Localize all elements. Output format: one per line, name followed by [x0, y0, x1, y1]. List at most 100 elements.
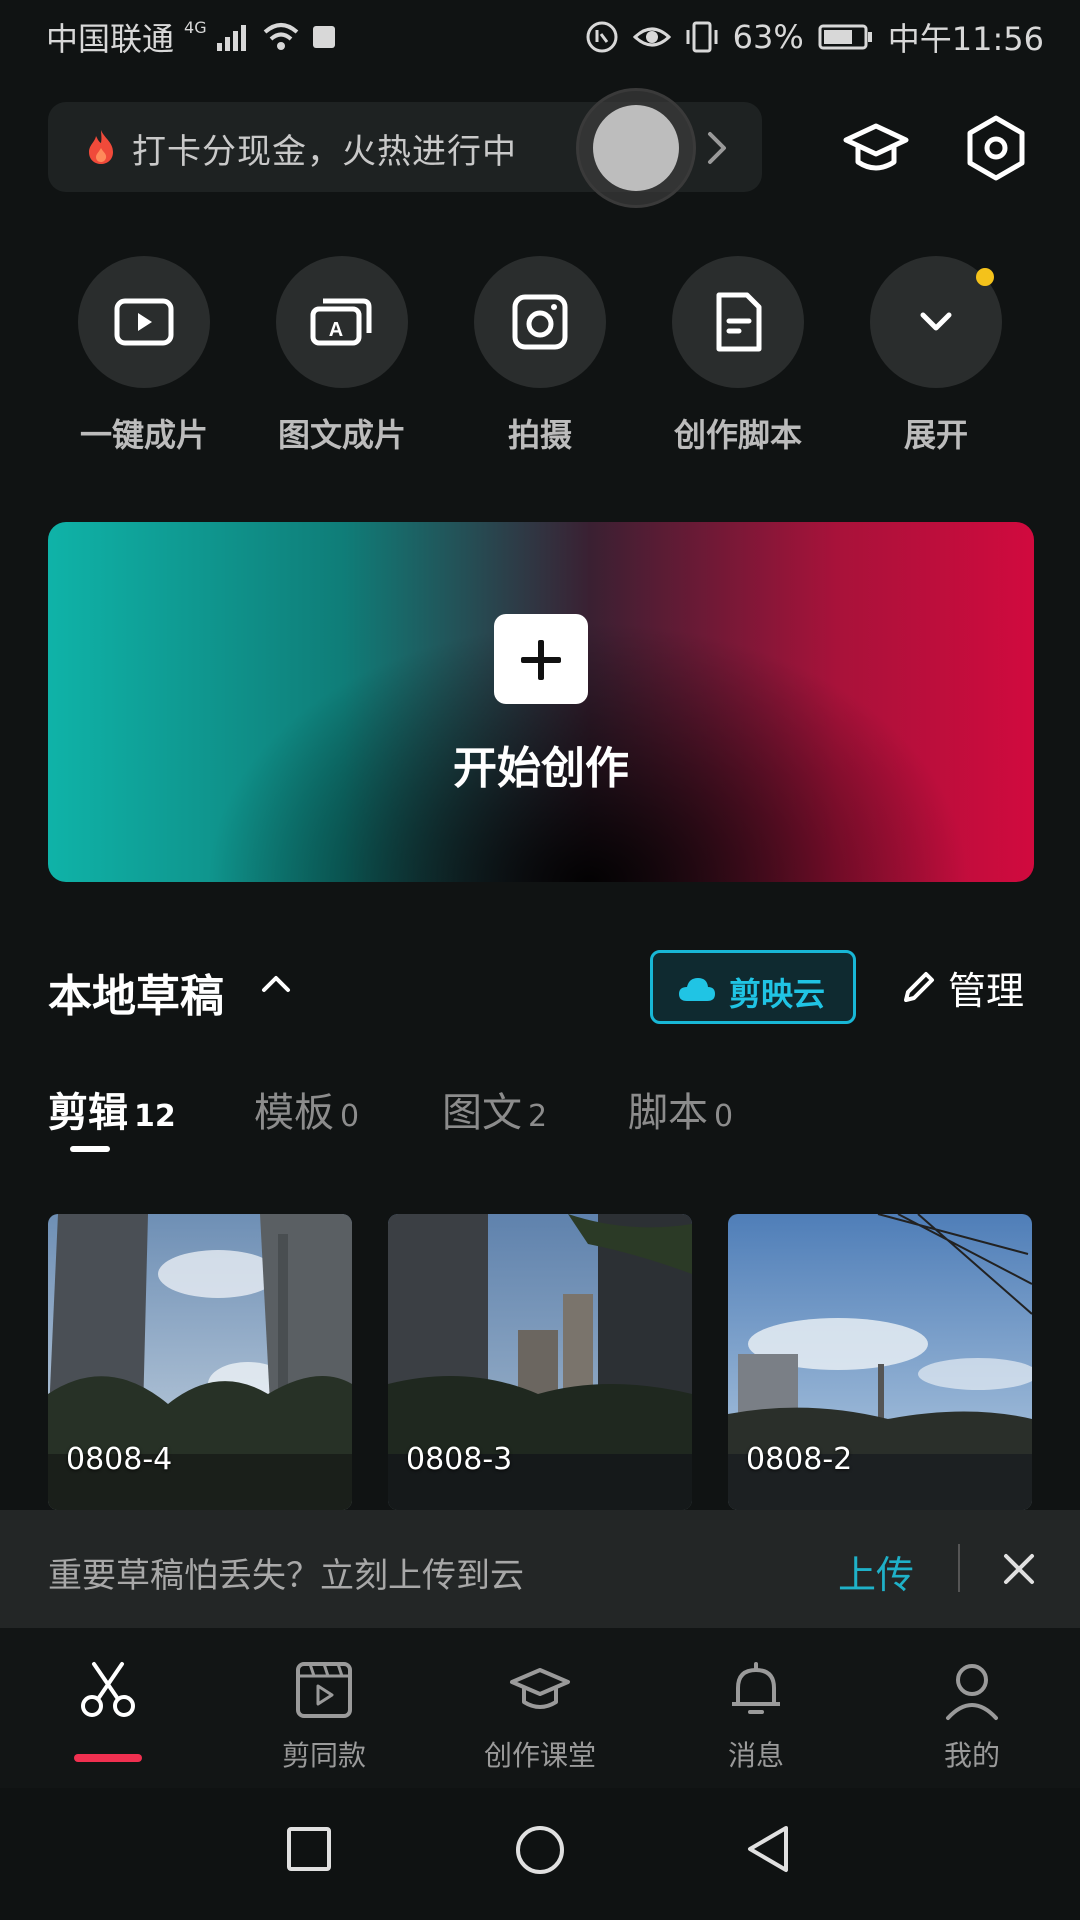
start-creation-label: 开始创作: [453, 743, 629, 794]
action-text-to-video[interactable]: A 图文成片: [272, 256, 412, 456]
tab-count: 12: [134, 1099, 176, 1134]
upload-prompt-text: 重要草稿怕丢失？立刻上传到云: [48, 1556, 524, 1596]
system-navigation-bar: [0, 1788, 1080, 1920]
back-icon[interactable]: [744, 1824, 794, 1874]
plus-icon: [494, 614, 588, 704]
tab-script[interactable]: 脚本 0: [628, 1080, 733, 1138]
clock: 中午11:56: [887, 20, 1044, 58]
new-badge-dot: [976, 268, 994, 286]
fire-icon: [89, 130, 113, 164]
upload-button[interactable]: 上传: [838, 1544, 914, 1599]
pencil-icon: [904, 972, 934, 1002]
cloud-button[interactable]: 剪映云: [650, 950, 856, 1024]
home-icon[interactable]: [514, 1824, 566, 1876]
draft-name: 0808-2: [746, 1442, 853, 1477]
tab-edit[interactable]: 剪辑 12: [48, 1080, 176, 1138]
divider: [958, 1544, 960, 1592]
draft-name: 0808-4: [66, 1442, 173, 1477]
draft-tabs: 剪辑 12 模板 0 图文 2 脚本 0: [48, 1080, 1048, 1160]
nav-classroom[interactable]: 创作课堂: [450, 1658, 630, 1774]
tab-count: 0: [340, 1099, 360, 1134]
tab-label: 脚本: [628, 1090, 708, 1136]
chevron-down-icon: [920, 312, 952, 331]
manage-button[interactable]: 管理: [900, 962, 1025, 1013]
status-right: 63% 中午11:56: [585, 14, 1044, 60]
cloud-button-label: 剪映云: [729, 975, 826, 1013]
active-tab-indicator: [70, 1146, 110, 1152]
data-saver-icon: [586, 21, 618, 53]
manage-label: 管理: [948, 968, 1025, 1013]
cloud-icon: [679, 978, 715, 1001]
battery-icon: [818, 24, 872, 50]
tab-image-text[interactable]: 图文 2: [442, 1080, 547, 1138]
tab-label: 剪辑: [48, 1090, 128, 1136]
signal-icon: [216, 25, 246, 51]
play-box-icon: [114, 298, 174, 346]
clapper-icon: [296, 1662, 352, 1718]
start-creation-card[interactable]: 开始创作: [48, 522, 1034, 882]
nav-messages[interactable]: 消息: [666, 1658, 846, 1774]
action-circle: [870, 256, 1002, 388]
recent-apps-icon[interactable]: [284, 1824, 334, 1874]
action-circle: [672, 256, 804, 388]
local-drafts-title[interactable]: 本地草稿: [48, 960, 224, 1024]
tab-label: 模板: [254, 1090, 334, 1136]
action-circle: A: [276, 256, 408, 388]
draft-thumbnail[interactable]: 0808-2: [728, 1214, 1032, 1510]
scissors-icon: [81, 1662, 135, 1717]
action-label: 图文成片: [277, 416, 406, 454]
camera-icon: [512, 294, 568, 350]
nav-label: 我的: [943, 1739, 1000, 1772]
tab-label: 图文: [442, 1090, 522, 1136]
action-label: 展开: [903, 416, 968, 454]
draft-thumbnail[interactable]: 0808-3: [388, 1214, 692, 1510]
action-circle: [474, 256, 606, 388]
draft-name: 0808-3: [406, 1442, 513, 1477]
action-label: 创作脚本: [673, 416, 802, 454]
nav-label: 创作课堂: [483, 1739, 596, 1772]
action-label: 一键成片: [79, 416, 208, 454]
settings-hexagon-icon[interactable]: [960, 112, 1032, 184]
text-to-video-icon: A: [310, 298, 372, 346]
graduation-cap-icon[interactable]: [840, 112, 912, 184]
action-script[interactable]: 创作脚本: [668, 256, 808, 456]
upload-prompt-bar: 重要草稿怕丢失？立刻上传到云 上传: [0, 1510, 1080, 1628]
nav-label: 消息: [727, 1739, 784, 1772]
svg-text:A: A: [329, 319, 343, 341]
action-label: 拍摄: [507, 416, 572, 454]
status-left: 中国联通 4G: [46, 14, 337, 60]
wifi-icon: [263, 23, 298, 50]
status-bar: 中国联通 4G 63% 中午11:56: [0, 0, 1080, 76]
action-expand[interactable]: 展开: [866, 256, 1006, 456]
draft-thumbnail[interactable]: 0808-4: [48, 1214, 352, 1510]
vibrate-icon: [686, 21, 718, 53]
bottom-navigation: 剪同款 创作课堂 消息 我的: [0, 1628, 1080, 1788]
graduation-cap-icon: [510, 1668, 570, 1709]
user-icon: [946, 1664, 998, 1720]
active-nav-indicator: [74, 1754, 142, 1762]
floating-assistive-ball[interactable]: [576, 88, 696, 208]
nav-profile[interactable]: 我的: [882, 1658, 1062, 1774]
bell-icon: [732, 1662, 780, 1714]
script-doc-icon: [716, 292, 762, 352]
app-screen: 中国联通 4G 63% 中午11:56 打卡分现金，火热进行中 一键成片 A 图…: [0, 0, 1080, 1920]
eye-icon: [632, 27, 671, 47]
action-one-click-video[interactable]: 一键成片: [74, 256, 214, 456]
chevron-right-icon: [708, 132, 726, 164]
nav-label: 剪同款: [281, 1739, 366, 1772]
promo-text: 打卡分现金，火热进行中: [132, 132, 517, 172]
nav-edit[interactable]: [18, 1658, 198, 1734]
action-circle: [78, 256, 210, 388]
tab-template[interactable]: 模板 0: [254, 1080, 359, 1138]
carrier-label: 中国联通: [46, 20, 175, 58]
network-label: 4G: [184, 17, 207, 37]
close-icon[interactable]: [998, 1548, 1040, 1590]
nav-same-style[interactable]: 剪同款: [234, 1658, 414, 1774]
chevron-up-icon[interactable]: [258, 972, 294, 996]
tab-count: 0: [714, 1099, 734, 1134]
tab-count: 2: [528, 1099, 548, 1134]
quick-actions: 一键成片 A 图文成片 拍摄 创作脚本 展开: [0, 256, 1080, 476]
notification-square-icon: [312, 26, 335, 48]
action-shoot[interactable]: 拍摄: [470, 256, 610, 456]
battery-percent: 63%: [732, 18, 804, 56]
